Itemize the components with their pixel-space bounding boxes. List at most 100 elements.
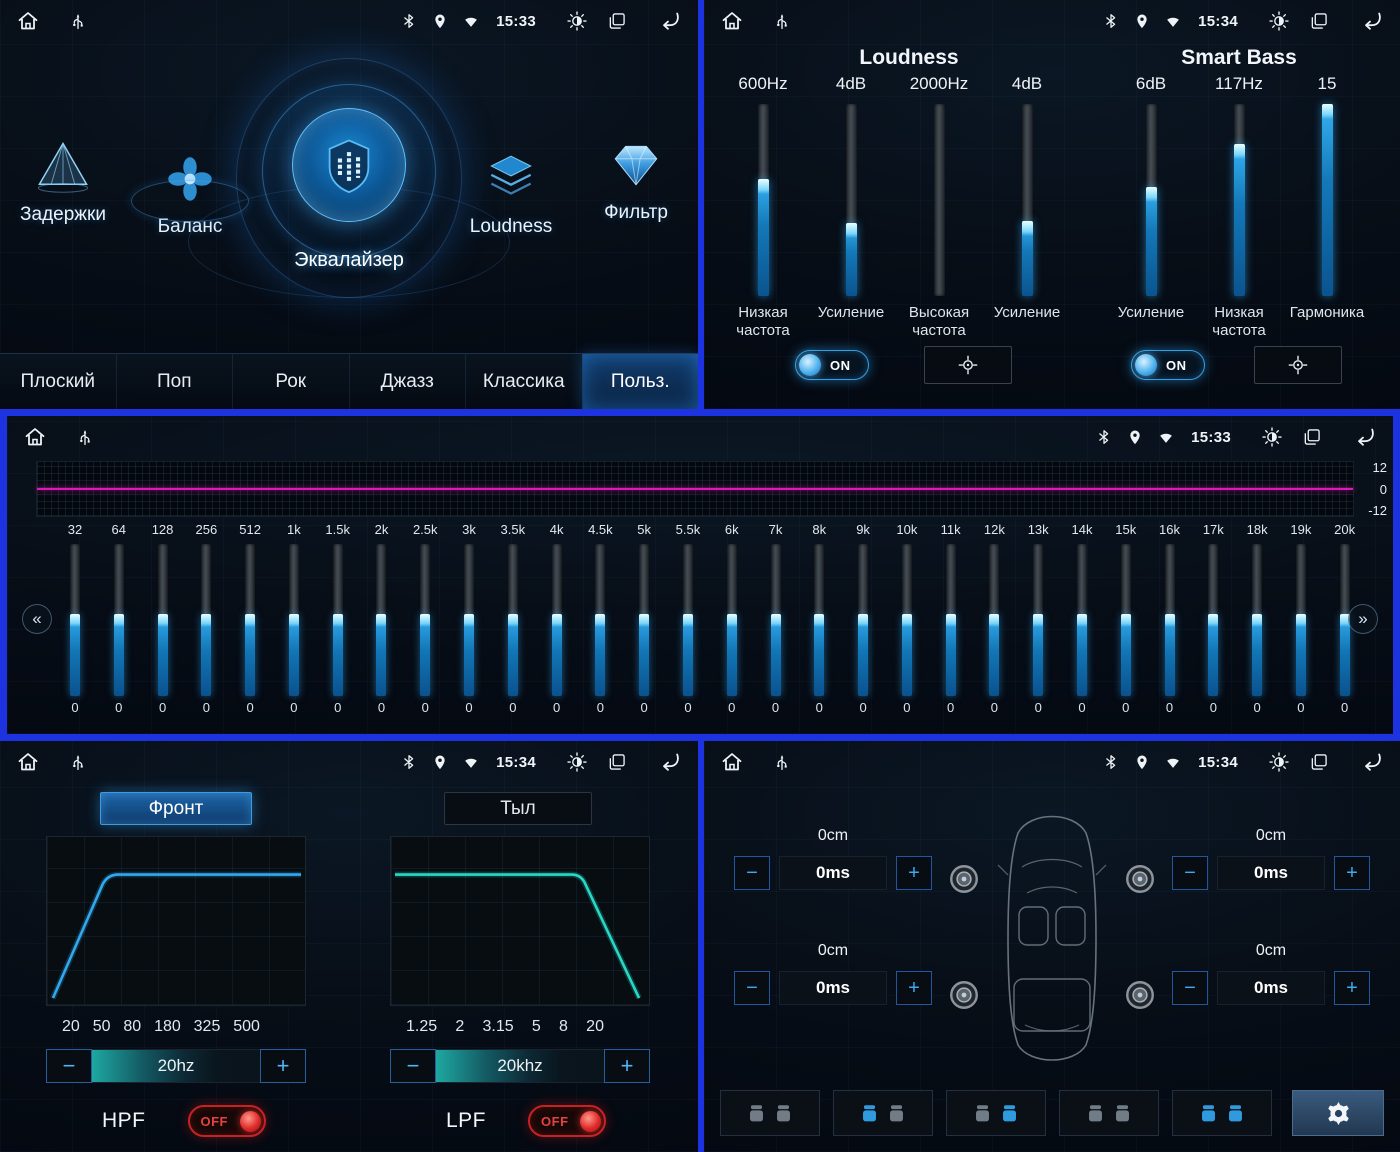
hpf-toggle[interactable]: OFF: [187, 1105, 266, 1137]
band-slider[interactable]: [551, 544, 562, 696]
eq-band[interactable]: 19k 0: [1283, 522, 1319, 715]
band-slider[interactable]: [989, 544, 1000, 696]
level-slider[interactable]: 600Hz Низкая частота: [719, 74, 807, 340]
eq-band[interactable]: 4.5k 0: [582, 522, 618, 715]
slider-track[interactable]: [1145, 104, 1157, 296]
eq-band[interactable]: 6k 0: [714, 522, 750, 715]
recent-apps-button[interactable]: [1309, 11, 1329, 31]
preset-flat[interactable]: Плоский: [0, 354, 116, 409]
eq-band[interactable]: 64 0: [101, 522, 137, 715]
delay-plus-button[interactable]: +: [896, 971, 932, 1005]
loudness-toggle[interactable]: ON: [795, 350, 869, 380]
preset-pop[interactable]: Поп: [115, 354, 233, 409]
slider-track[interactable]: [845, 104, 857, 296]
home-button[interactable]: [23, 425, 47, 449]
tab-rear[interactable]: Тыл: [444, 792, 592, 825]
band-slider[interactable]: [1164, 544, 1175, 696]
recent-apps-button[interactable]: [607, 11, 627, 31]
eq-band[interactable]: 2.5k 0: [407, 522, 443, 715]
band-slider[interactable]: [595, 544, 606, 696]
band-slider[interactable]: [726, 544, 737, 696]
loudness-reset-button[interactable]: [924, 346, 1012, 384]
eq-band[interactable]: 1k 0: [276, 522, 312, 715]
scroll-left-button[interactable]: «: [22, 604, 52, 634]
band-slider[interactable]: [1033, 544, 1044, 696]
eq-band[interactable]: 7k 0: [758, 522, 794, 715]
lpf-minus-button[interactable]: −: [390, 1049, 436, 1083]
eq-band[interactable]: 128 0: [145, 522, 181, 715]
band-slider[interactable]: [288, 544, 299, 696]
level-slider[interactable]: 2000Hz Высокая частота: [895, 74, 983, 340]
band-slider[interactable]: [858, 544, 869, 696]
band-slider[interactable]: [945, 544, 956, 696]
band-slider[interactable]: [157, 544, 168, 696]
delay-minus-button[interactable]: −: [734, 856, 770, 890]
back-button[interactable]: [658, 9, 682, 33]
lpf-toggle[interactable]: OFF: [528, 1105, 607, 1137]
band-slider[interactable]: [420, 544, 431, 696]
home-button[interactable]: [720, 9, 744, 33]
position-all-button[interactable]: [720, 1090, 820, 1136]
menu-item-delays[interactable]: Задержки: [13, 136, 113, 226]
eq-band[interactable]: 256 0: [188, 522, 224, 715]
band-slider[interactable]: [639, 544, 650, 696]
recent-apps-button[interactable]: [1309, 752, 1329, 772]
menu-item-equalizer[interactable]: Эквалайзер: [188, 58, 510, 298]
lpf-frequency-slider[interactable]: 20khz: [436, 1049, 604, 1083]
eq-band[interactable]: 17k 0: [1195, 522, 1231, 715]
lpf-plus-button[interactable]: +: [604, 1049, 650, 1083]
delay-plus-button[interactable]: +: [896, 856, 932, 890]
recent-apps-button[interactable]: [607, 752, 627, 772]
delay-plus-button[interactable]: +: [1334, 856, 1370, 890]
smart-bass-reset-button[interactable]: [1254, 346, 1342, 384]
band-slider[interactable]: [814, 544, 825, 696]
hpf-frequency-slider[interactable]: 20hz: [92, 1049, 260, 1083]
home-button[interactable]: [720, 750, 744, 774]
band-slider[interactable]: [770, 544, 781, 696]
slider-track[interactable]: [1233, 104, 1245, 296]
back-button[interactable]: [1360, 750, 1384, 774]
position-driver-button[interactable]: [833, 1090, 933, 1136]
level-slider[interactable]: 6dB Усиление: [1107, 74, 1195, 340]
eq-band[interactable]: 12k 0: [976, 522, 1012, 715]
eq-band[interactable]: 5.5k 0: [670, 522, 706, 715]
eq-band[interactable]: 18k 0: [1239, 522, 1275, 715]
band-slider[interactable]: [201, 544, 212, 696]
hpf-plus-button[interactable]: +: [260, 1049, 306, 1083]
level-slider[interactable]: 4dB Усиление: [807, 74, 895, 340]
smart-bass-toggle[interactable]: ON: [1131, 350, 1205, 380]
band-slider[interactable]: [682, 544, 693, 696]
eq-band[interactable]: 11k 0: [933, 522, 969, 715]
band-slider[interactable]: [507, 544, 518, 696]
band-slider[interactable]: [113, 544, 124, 696]
preset-user[interactable]: Польз.: [581, 354, 698, 409]
back-button[interactable]: [1353, 425, 1377, 449]
preset-classic[interactable]: Классика: [465, 354, 582, 409]
tab-front[interactable]: Фронт: [100, 792, 252, 825]
preset-jazz[interactable]: Джазз: [348, 354, 466, 409]
eq-band[interactable]: 32 0: [57, 522, 93, 715]
slider-track[interactable]: [1321, 104, 1333, 296]
band-slider[interactable]: [1252, 544, 1263, 696]
delay-minus-button[interactable]: −: [734, 971, 770, 1005]
eq-band[interactable]: 512 0: [232, 522, 268, 715]
band-slider[interactable]: [245, 544, 256, 696]
eq-band[interactable]: 9k 0: [845, 522, 881, 715]
delay-settings-button[interactable]: [1292, 1090, 1384, 1136]
eq-band[interactable]: 3k 0: [451, 522, 487, 715]
band-slider[interactable]: [901, 544, 912, 696]
position-front-button[interactable]: [1172, 1090, 1272, 1136]
eq-band[interactable]: 13k 0: [1020, 522, 1056, 715]
slider-track[interactable]: [757, 104, 769, 296]
eq-band[interactable]: 15k 0: [1108, 522, 1144, 715]
slider-track[interactable]: [1021, 104, 1033, 296]
slider-track[interactable]: [933, 104, 945, 296]
position-rear-button[interactable]: [1059, 1090, 1159, 1136]
level-slider[interactable]: 4dB Усиление: [983, 74, 1071, 340]
position-passenger-button[interactable]: [946, 1090, 1046, 1136]
band-slider[interactable]: [1295, 544, 1306, 696]
eq-band[interactable]: 10k 0: [889, 522, 925, 715]
preset-rock[interactable]: Рок: [232, 354, 349, 409]
delay-minus-button[interactable]: −: [1172, 856, 1208, 890]
home-button[interactable]: [16, 750, 40, 774]
